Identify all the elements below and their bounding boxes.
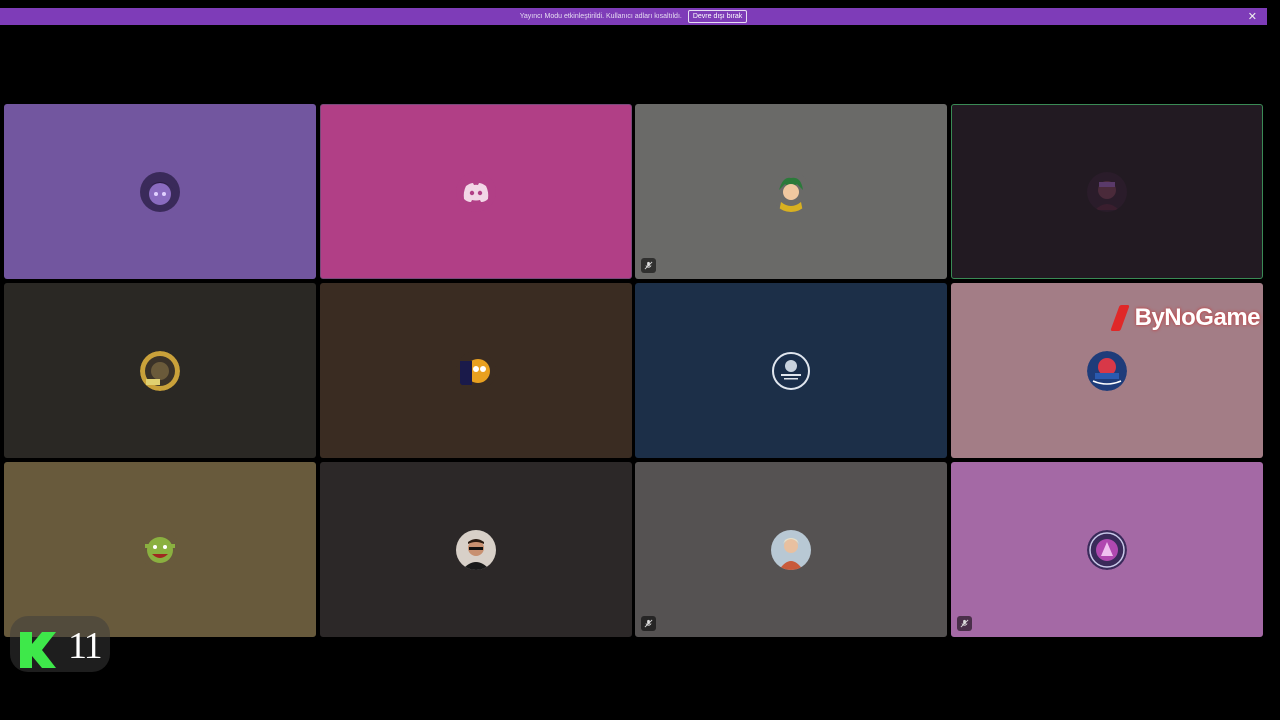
participant-tile[interactable] — [635, 283, 948, 458]
voice-participant-grid — [4, 104, 1263, 639]
man-sunglasses-avatar — [455, 529, 496, 570]
participant-tile[interactable] — [4, 283, 316, 458]
participant-tile[interactable] — [950, 104, 1263, 279]
disable-streamer-mode-button[interactable]: Devre dışı bırak — [687, 10, 748, 23]
participant-tile[interactable] — [319, 104, 632, 279]
channel-number: 11 — [68, 625, 103, 667]
anime-purple-avatar — [140, 171, 180, 212]
participant-tile[interactable] — [4, 104, 316, 279]
participant-tile[interactable] — [635, 462, 948, 637]
shrek-avatar — [140, 529, 180, 570]
red-blue-team-logo-avatar — [1086, 350, 1127, 391]
participant-tile[interactable] — [635, 104, 948, 279]
bynogame-watermark-text: ByNoGame — [1134, 304, 1261, 331]
subaru-logo-avatar — [771, 350, 812, 391]
jake-dog-avatar — [455, 350, 496, 391]
participant-tile[interactable] — [950, 462, 1263, 637]
close-icon[interactable]: ✕ — [1248, 10, 1257, 23]
person-portrait-avatar — [771, 529, 812, 570]
participant-tile[interactable] — [319, 462, 632, 637]
participant-tile[interactable] — [319, 283, 632, 458]
streamer-mode-message: Yayıncı Modu etkinleştirildi. Kullanıcı … — [519, 13, 682, 20]
muted-microphone-icon — [956, 616, 972, 631]
purple-emblem-avatar — [1086, 529, 1127, 570]
muted-microphone-icon — [641, 616, 657, 631]
muted-microphone-icon — [641, 258, 657, 273]
gold-emblem-avatar — [140, 350, 180, 391]
streamer-mode-banner: Yayıncı Modu etkinleştirildi. Kullanıcı … — [0, 8, 1267, 25]
discord-logo-avatar — [455, 171, 496, 212]
participant-tile[interactable] — [4, 462, 316, 637]
kanal-k-icon — [20, 632, 56, 668]
dark-character-avatar — [1086, 171, 1127, 212]
channel-logo: 11 — [10, 616, 110, 672]
bynogame-watermark: ByNoGame — [1109, 304, 1261, 332]
green-hair-anime-avatar — [771, 171, 812, 212]
